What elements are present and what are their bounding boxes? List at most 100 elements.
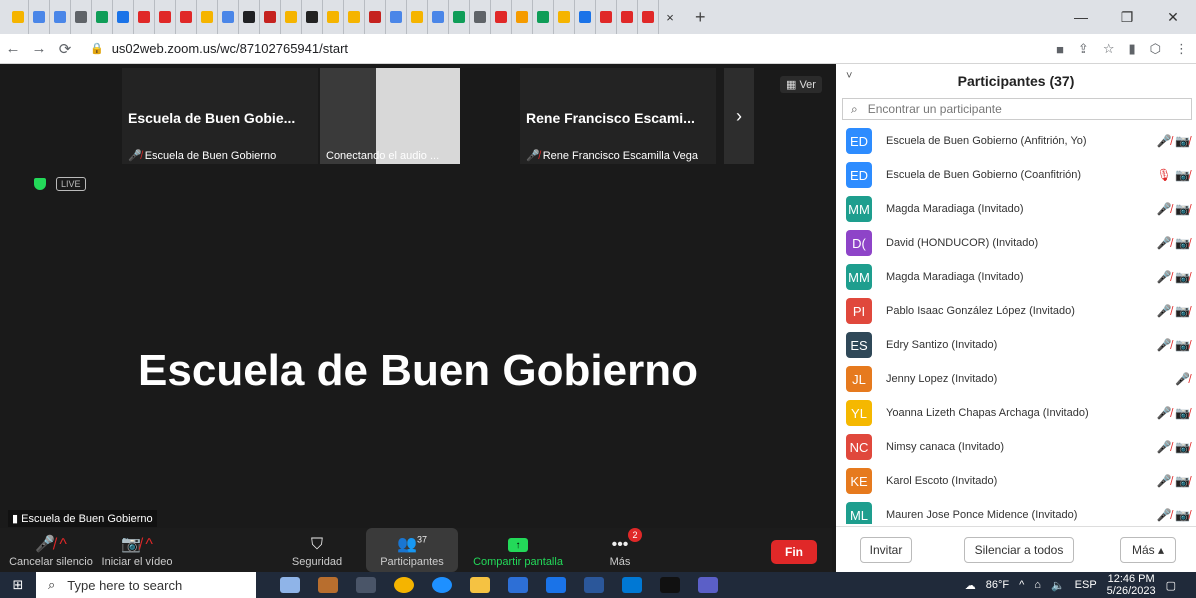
tab-favicon-icon	[264, 11, 276, 23]
panel-more-button[interactable]: Más ▴	[1120, 537, 1176, 563]
participant-row[interactable]: ED Escuela de Buen Gobierno (Coanfitrión)…	[836, 158, 1196, 192]
browser-tab[interactable]	[134, 0, 155, 34]
menu-icon[interactable]: ⋮	[1175, 41, 1188, 57]
participant-row[interactable]: PI Pablo Isaac González López (Invitado) 🎤…	[836, 294, 1196, 328]
browser-tab[interactable]	[29, 0, 50, 34]
participant-search-input[interactable]: ⌕ Encontrar un participante	[842, 98, 1192, 120]
camera-icon[interactable]: ■	[1056, 42, 1064, 57]
thumbnail-tile[interactable]: Conectando el audio ...	[320, 68, 460, 164]
browser-tab[interactable]	[554, 0, 575, 34]
volume-icon[interactable]: 🔈	[1051, 579, 1065, 592]
invite-button[interactable]: Invitar	[860, 537, 912, 563]
thumbnail-tile[interactable]: Rene Francisco Escami... 🎤̸ Rene Francis…	[520, 68, 716, 164]
unmute-button[interactable]: 🎤̸ ^ Cancelar silencio	[6, 528, 96, 572]
terminal-icon[interactable]	[660, 577, 680, 593]
view-button[interactable]: ▦ Ver	[780, 76, 822, 93]
security-shield-icon[interactable]	[34, 178, 46, 190]
vscode-icon[interactable]	[622, 577, 642, 593]
participant-row[interactable]: JL Jenny Lopez (Invitado) 🎤̸	[836, 362, 1196, 396]
language-indicator[interactable]: ESP	[1075, 579, 1097, 591]
thumbnail-tile[interactable]: Escuela de Buen Gobie... 🎤̸ Escuela de B…	[122, 68, 318, 164]
forward-icon[interactable]: →	[26, 40, 52, 57]
store-icon[interactable]	[508, 577, 528, 593]
browser-tab[interactable]	[470, 0, 491, 34]
browser-tab[interactable]	[239, 0, 260, 34]
weather-temp[interactable]: 86°F	[986, 579, 1009, 591]
back-icon[interactable]: ←	[0, 40, 26, 57]
browser-tab[interactable]	[491, 0, 512, 34]
share-screen-button[interactable]: ↑ Compartir pantalla	[466, 528, 570, 572]
start-video-button[interactable]: 📷̸ ^ Iniciar el vídeo	[92, 528, 182, 572]
browser-tab[interactable]	[638, 0, 659, 34]
browser-tab[interactable]	[155, 0, 176, 34]
browser-tab[interactable]	[365, 0, 386, 34]
browser-tab[interactable]	[386, 0, 407, 34]
url-field[interactable]: 🔒 us02web.zoom.us/wc/87102765941/start	[90, 41, 348, 56]
weather-icon[interactable]: ☁	[965, 579, 976, 592]
participant-row[interactable]: ED Escuela de Buen Gobierno (Anfitrión, Y…	[836, 124, 1196, 158]
browser-tab[interactable]	[617, 0, 638, 34]
more-button[interactable]: ••• Más 2	[596, 528, 644, 572]
next-page-icon[interactable]: ›	[724, 68, 754, 164]
share-icon[interactable]: ⇪	[1078, 41, 1089, 57]
browser-tab[interactable]	[323, 0, 344, 34]
edge-icon[interactable]	[432, 577, 452, 593]
browser-tab[interactable]	[344, 0, 365, 34]
browser-tab[interactable]	[71, 0, 92, 34]
browser-tab[interactable]	[113, 0, 134, 34]
word-icon[interactable]	[584, 577, 604, 593]
mail-icon[interactable]	[546, 577, 566, 593]
browser-tab[interactable]	[218, 0, 239, 34]
participant-row[interactable]: MM Magda Maradiaga (Invitado) 🎤̸ 📷̸	[836, 260, 1196, 294]
participant-row[interactable]: D(David (HONDUCOR) (Invitado) 🎤̸ 📷̸	[836, 226, 1196, 260]
browser-tab[interactable]	[260, 0, 281, 34]
notification-icon[interactable]: ▢	[1166, 579, 1176, 592]
end-meeting-button[interactable]: Fin	[771, 540, 817, 564]
tab-close-button[interactable]: ×	[659, 0, 681, 34]
teams-icon[interactable]	[698, 577, 718, 593]
browser-tab[interactable]	[596, 0, 617, 34]
network-icon[interactable]: ⌂	[1034, 579, 1041, 591]
browser-tab[interactable]	[512, 0, 533, 34]
browser-tab[interactable]	[50, 0, 71, 34]
star-icon[interactable]: ☆	[1103, 41, 1115, 57]
task-view-icon[interactable]	[356, 577, 376, 593]
browser-tab[interactable]	[428, 0, 449, 34]
browser-tab[interactable]	[281, 0, 302, 34]
new-tab-button[interactable]: +	[695, 7, 706, 28]
browser-tab[interactable]	[176, 0, 197, 34]
participant-row[interactable]: YL Yoanna Lizeth Chapas Archaga (Invitado…	[836, 396, 1196, 430]
browser-tab[interactable]	[533, 0, 554, 34]
browser-tab[interactable]	[92, 0, 113, 34]
participants-button[interactable]: 👥37 Participantes	[366, 528, 458, 572]
minimize-button[interactable]: —	[1058, 9, 1104, 25]
reload-icon[interactable]: ⟳	[52, 40, 78, 58]
browser-tab[interactable]	[575, 0, 596, 34]
clock[interactable]: 12:46 PM 5/26/2023	[1107, 573, 1156, 597]
browser-tab[interactable]	[407, 0, 428, 34]
taskbar-search-input[interactable]: ⌕ Type here to search	[36, 572, 256, 598]
browser-tab[interactable]	[302, 0, 323, 34]
browser-tab[interactable]	[197, 0, 218, 34]
participant-row[interactable]: ML Mauren Jose Ponce Midence (Invitado) 🎤̸…	[836, 498, 1196, 524]
participant-row[interactable]: NC Nimsy canaca (Invitado) 🎤̸ 📷̸	[836, 430, 1196, 464]
extension-icon[interactable]: ⬡	[1150, 41, 1161, 57]
close-window-button[interactable]: ✕	[1150, 9, 1196, 26]
participant-row[interactable]: ES Edry Santizo (Invitado) 🎤̸ 📷̸	[836, 328, 1196, 362]
briefcase-icon[interactable]	[318, 577, 338, 593]
browser-tab[interactable]	[449, 0, 470, 34]
mute-all-button[interactable]: Silenciar a todos	[964, 537, 1074, 563]
participant-row[interactable]: KE Karol Escoto (Invitado) 🎤̸ 📷̸	[836, 464, 1196, 498]
app-icon[interactable]	[280, 577, 300, 593]
tray-chevron-icon[interactable]: ^	[1019, 579, 1024, 591]
sidepanel-icon[interactable]: ▮	[1128, 41, 1135, 57]
restore-button[interactable]: ❐	[1104, 9, 1150, 26]
file-explorer-icon[interactable]	[470, 577, 490, 593]
share-arrow-icon: ↑	[508, 538, 528, 552]
live-badge[interactable]: LIVE	[56, 177, 86, 191]
browser-tab[interactable]	[8, 0, 29, 34]
windows-start-icon[interactable]: ⊞	[0, 577, 36, 593]
participant-row[interactable]: MM Magda Maradiaga (Invitado) 🎤̸ 📷̸	[836, 192, 1196, 226]
chrome-icon[interactable]	[394, 577, 414, 593]
security-button[interactable]: ⛉ Seguridad	[284, 528, 350, 572]
